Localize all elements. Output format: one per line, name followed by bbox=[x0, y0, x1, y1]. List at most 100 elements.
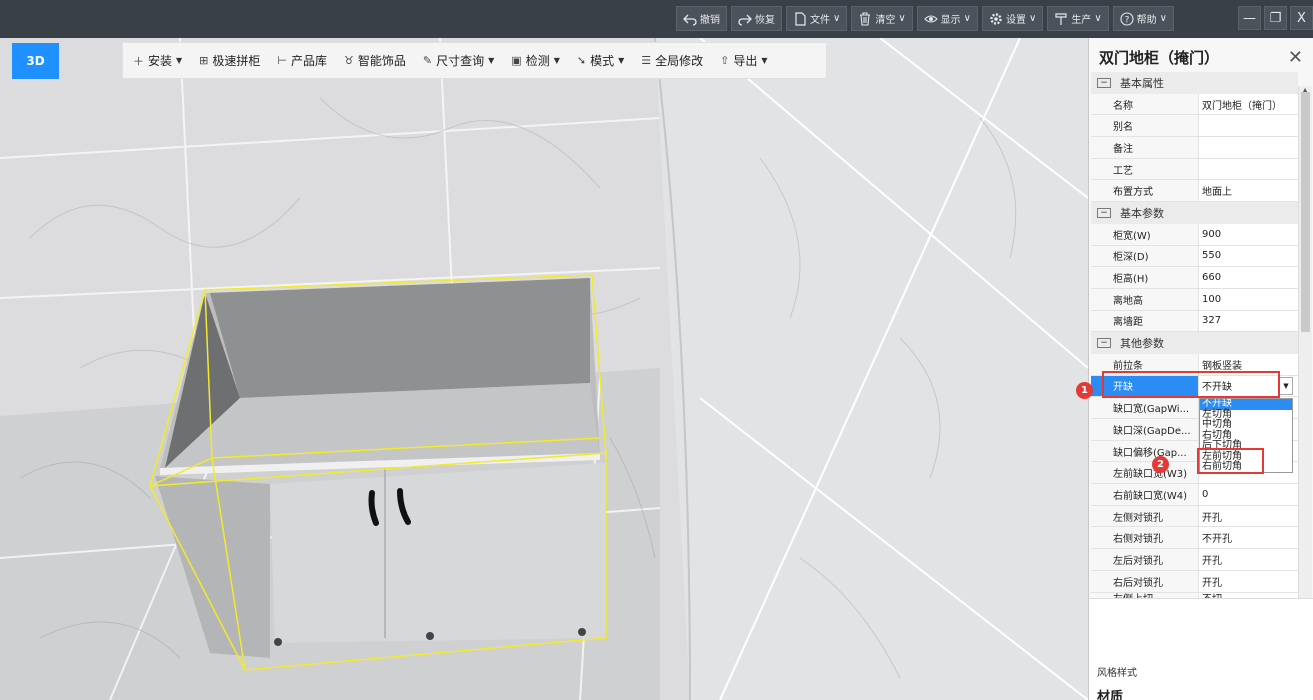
prop-row-right-back-lock-hole[interactable]: 右后对锁孔 开孔 bbox=[1091, 570, 1298, 593]
prop-value[interactable]: 开孔 bbox=[1199, 505, 1298, 528]
group-label: 基本参数 bbox=[1120, 206, 1164, 220]
settings-menu-button[interactable]: 设置 ∨ bbox=[981, 6, 1044, 31]
prop-row-left-back-lock-hole[interactable]: 左后对锁孔 开孔 bbox=[1091, 549, 1298, 571]
prop-row-alias[interactable]: 别名 bbox=[1091, 115, 1298, 138]
minimize-button[interactable]: — bbox=[1238, 6, 1261, 30]
clear-menu-button[interactable]: 清空 ∨ bbox=[851, 6, 913, 31]
trash-icon bbox=[860, 11, 871, 26]
collapse-icon[interactable]: − bbox=[1097, 207, 1111, 218]
prop-value[interactable]: 地面上 bbox=[1199, 180, 1298, 203]
panel-title: 双门地柜（掩门） bbox=[1099, 48, 1220, 67]
undo-button[interactable]: 撤销 bbox=[676, 6, 727, 31]
file-label: 文件 bbox=[810, 15, 830, 26]
group-basic-props[interactable]: − 基本属性 bbox=[1091, 72, 1298, 94]
dimension-query-menu[interactable]: ✎ 尺寸查询 ▼ bbox=[423, 52, 494, 69]
prop-key: 离墙距 bbox=[1091, 310, 1199, 333]
prop-value[interactable]: 100 bbox=[1199, 288, 1298, 311]
redo-button[interactable]: 恢复 bbox=[731, 6, 782, 31]
grid-icon: ⊞ bbox=[199, 54, 209, 67]
settings-label: 设置 bbox=[1005, 15, 1026, 26]
mode-label: 模式 bbox=[590, 54, 615, 68]
caret-down-icon: ▼ bbox=[553, 56, 560, 65]
prop-row-name[interactable]: 名称 双门地柜（掩门） bbox=[1091, 93, 1298, 116]
plus-icon: ＋ bbox=[133, 54, 144, 68]
view-3d-button[interactable]: 3D bbox=[12, 43, 59, 79]
prop-value[interactable]: 660 bbox=[1199, 267, 1298, 289]
prop-value[interactable]: 双门地柜（掩门） bbox=[1199, 93, 1298, 116]
top-menu: 撤销 恢复 文件 ∨ 清空 ∨ 显示 ∨ 设置 ∨ 生产 ∨ ? 帮助 ∨ bbox=[676, 6, 1174, 31]
prop-key: 工艺 bbox=[1091, 158, 1199, 181]
export-menu[interactable]: ⇧ 导出 ▼ bbox=[720, 52, 767, 69]
collapse-icon[interactable]: − bbox=[1097, 338, 1111, 349]
global-modify-tool[interactable]: ☰ 全局修改 bbox=[641, 52, 703, 69]
callout-box-2 bbox=[1197, 448, 1264, 474]
install-menu[interactable]: ＋ 安装 ▼ bbox=[133, 52, 182, 69]
file-icon bbox=[795, 11, 806, 26]
mode-menu[interactable]: ➘ 模式 ▼ bbox=[577, 52, 624, 69]
redo-label: 恢复 bbox=[755, 15, 775, 26]
production-menu-button[interactable]: 生产 ∨ bbox=[1047, 6, 1109, 31]
panel-header: 双门地柜（掩门） ✕ bbox=[1089, 38, 1313, 76]
display-menu-button[interactable]: 显示 ∨ bbox=[916, 6, 978, 31]
prop-row-right-lock-hole[interactable]: 右侧对锁孔 不开孔 bbox=[1091, 527, 1298, 550]
hammer-icon bbox=[1055, 12, 1067, 25]
caret-down-icon: ▼ bbox=[176, 56, 183, 65]
restore-button[interactable]: ❐ bbox=[1264, 6, 1287, 30]
check-menu[interactable]: ▣ 检测 ▼ bbox=[511, 52, 560, 69]
3d-viewport[interactable]: 3D ＋ 安装 ▼ ⊞ 极速拼柜 ⊢ 产品库 ♉ 智能饰品 ✎ 尺寸查询 ▼ ▣… bbox=[0, 38, 1088, 700]
panel-scrollbar[interactable]: ▲ ▼ bbox=[1298, 86, 1312, 606]
prop-value[interactable] bbox=[1199, 158, 1298, 181]
prop-row-right-front-notch[interactable]: 右前缺口宽(W4) 0 bbox=[1091, 484, 1298, 506]
prop-row-floor-height[interactable]: 离地高 100 bbox=[1091, 288, 1298, 311]
cursor-icon: ➘ bbox=[576, 54, 587, 67]
prop-value[interactable]: 不开孔 bbox=[1199, 527, 1298, 550]
smart-decor-label: 智能饰品 bbox=[357, 54, 406, 68]
material-section-label: 材质 bbox=[1097, 690, 1124, 700]
group-other-params[interactable]: − 其他参数 bbox=[1091, 332, 1298, 354]
decor-icon: ♉ bbox=[344, 54, 354, 67]
dropdown-option[interactable]: 中切角 bbox=[1200, 419, 1292, 431]
quick-assemble-tool[interactable]: ⊞ 极速拼柜 bbox=[199, 52, 260, 69]
product-library-tool[interactable]: ⊢ 产品库 bbox=[277, 52, 327, 69]
prop-value[interactable] bbox=[1199, 137, 1298, 159]
dropdown-option[interactable]: 不开缺 bbox=[1200, 399, 1292, 410]
prop-row-depth[interactable]: 柜深(D) 550 bbox=[1091, 245, 1298, 268]
properties-panel: 双门地柜（掩门） ✕ − 基本属性 名称 双门地柜（掩门） 别名 备注 工艺 布置方… bbox=[1088, 38, 1313, 700]
callout-badge-1: 1 bbox=[1076, 382, 1093, 399]
prop-key: 右后对锁孔 bbox=[1091, 570, 1199, 593]
prop-value[interactable]: 开孔 bbox=[1199, 549, 1298, 571]
prop-key: 别名 bbox=[1091, 115, 1199, 138]
prop-row-left-lock-hole[interactable]: 左侧对锁孔 开孔 bbox=[1091, 505, 1298, 528]
dropdown-caret-icon[interactable]: ▼ bbox=[1279, 377, 1293, 395]
prop-row-placement[interactable]: 布置方式 地面上 bbox=[1091, 180, 1298, 203]
3d-scene[interactable] bbox=[0, 38, 1088, 700]
prop-value[interactable] bbox=[1199, 115, 1298, 138]
chevron-down-icon: ∨ bbox=[1094, 13, 1102, 24]
prop-value[interactable]: 开孔 bbox=[1199, 570, 1298, 593]
title-bar: 撤销 恢复 文件 ∨ 清空 ∨ 显示 ∨ 设置 ∨ 生产 ∨ ? 帮助 ∨ — … bbox=[0, 0, 1313, 38]
style-section-label: 风格样式 bbox=[1097, 668, 1137, 679]
smart-decor-tool[interactable]: ♉ 智能饰品 bbox=[344, 52, 406, 69]
prop-row-height[interactable]: 柜高(H) 660 bbox=[1091, 267, 1298, 289]
clear-label: 清空 bbox=[875, 15, 896, 26]
prop-row-note[interactable]: 备注 bbox=[1091, 137, 1298, 159]
group-label: 基本属性 bbox=[1120, 76, 1164, 90]
prop-row-width[interactable]: 柜宽(W) 900 bbox=[1091, 223, 1298, 246]
prop-row-craft[interactable]: 工艺 bbox=[1091, 158, 1298, 181]
group-basic-params[interactable]: − 基本参数 bbox=[1091, 202, 1298, 224]
prop-value[interactable]: 0 bbox=[1199, 484, 1298, 506]
scrollbar-thumb[interactable] bbox=[1301, 92, 1310, 332]
prop-value[interactable]: 900 bbox=[1199, 223, 1298, 246]
help-menu-button[interactable]: ? 帮助 ∨ bbox=[1112, 6, 1174, 31]
prop-row-wall-distance[interactable]: 离墙距 327 bbox=[1091, 310, 1298, 333]
prop-value[interactable]: 327 bbox=[1199, 310, 1298, 333]
prop-value[interactable]: 550 bbox=[1199, 245, 1298, 268]
dimension-query-label: 尺寸查询 bbox=[436, 54, 485, 68]
product-library-label: 产品库 bbox=[291, 54, 328, 68]
close-icon[interactable]: ✕ bbox=[1288, 47, 1303, 68]
chevron-down-icon: ∨ bbox=[963, 13, 971, 24]
close-window-button[interactable]: X bbox=[1290, 6, 1313, 30]
collapse-icon[interactable]: − bbox=[1097, 77, 1111, 88]
file-menu-button[interactable]: 文件 ∨ bbox=[786, 6, 848, 31]
caret-down-icon: ▼ bbox=[761, 56, 768, 65]
